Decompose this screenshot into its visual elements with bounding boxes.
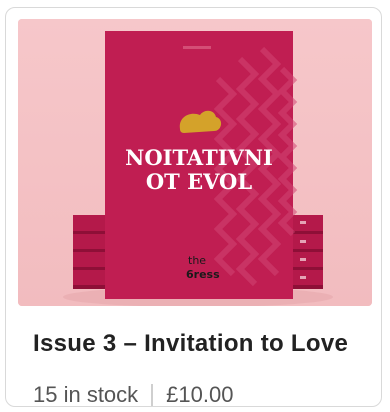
- magazine-cover: NOITATIVNI OT EVOL the 6ress: [105, 31, 298, 299]
- product-image[interactable]: NOITATIVNI OT EVOL the 6ress: [18, 19, 372, 306]
- cover-logo-bottom: 6ress: [186, 268, 220, 281]
- stock-status: 15 in stock: [33, 382, 139, 407]
- cover-title-line1: NOITATIVNI: [125, 145, 273, 170]
- divider: [151, 384, 154, 406]
- product-price: £10.00: [166, 382, 234, 407]
- product-title[interactable]: Issue 3 – Invitation to Love: [33, 330, 373, 358]
- cover-title-line2: OT EVOL: [146, 169, 252, 194]
- product-card[interactable]: NOITATIVNI OT EVOL the 6ress Issue 3 – I…: [5, 7, 382, 407]
- cover-logo-top: the: [188, 254, 206, 267]
- product-meta: 15 in stock £10.00: [33, 382, 233, 408]
